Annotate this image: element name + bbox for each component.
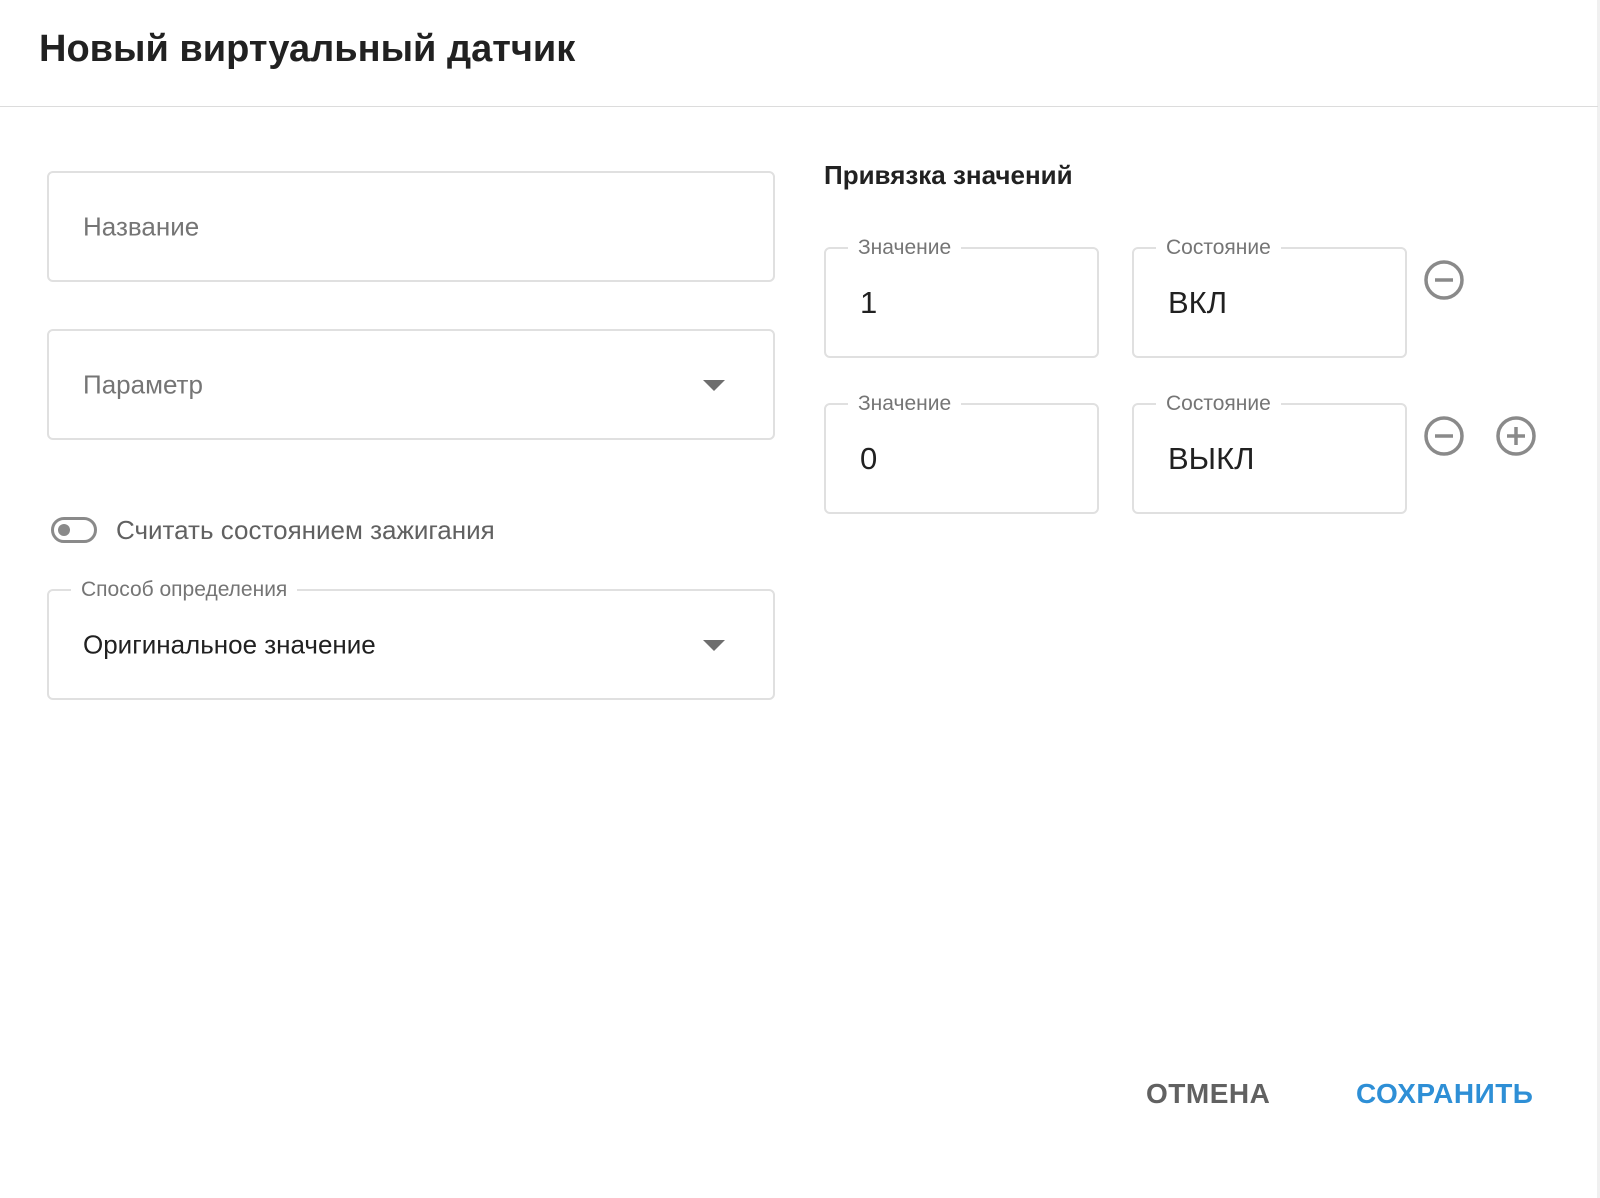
ignition-toggle-label: Считать состоянием зажигания (116, 514, 495, 545)
bindings-title: Привязка значений (824, 160, 1073, 190)
name-placeholder: Название (83, 211, 200, 241)
binding-value: 0 (860, 440, 878, 476)
binding-state-field[interactable]: Состояние ВЫКЛ (1132, 392, 1407, 514)
virtual-sensor-dialog: Новый виртуальный датчик Название Параме… (0, 0, 1600, 1198)
binding-state: ВКЛ (1168, 284, 1228, 320)
binding-state: ВЫКЛ (1168, 440, 1255, 476)
parameter-placeholder: Параметр (83, 369, 203, 399)
dialog-title: Новый виртуальный датчик (39, 28, 576, 70)
method-label: Способ определения (71, 578, 298, 602)
binding-state-label: Состояние (1156, 236, 1281, 260)
toggle-knob (58, 524, 70, 536)
binding-value-label: Значение (848, 236, 962, 260)
binding-state-label: Состояние (1156, 392, 1281, 416)
parameter-select[interactable]: Параметр (47, 329, 775, 440)
method-value: Оригинальное значение (83, 629, 376, 659)
binding-value-field[interactable]: Значение 0 (824, 392, 1099, 514)
method-select[interactable]: Способ определения Оригинальное значение (47, 578, 775, 700)
save-button[interactable]: СОХРАНИТЬ (1356, 1078, 1533, 1110)
cancel-button[interactable]: ОТМЕНА (1146, 1078, 1270, 1110)
chevron-down-icon (703, 639, 725, 651)
plus-circle-icon[interactable] (1494, 414, 1538, 458)
dialog-header: Новый виртуальный датчик (0, 0, 1598, 107)
binding-value-label: Значение (848, 392, 962, 416)
minus-circle-icon[interactable] (1422, 258, 1466, 302)
binding-value-field[interactable]: Значение 1 (824, 236, 1099, 358)
ignition-toggle[interactable] (51, 517, 97, 543)
name-field[interactable]: Название (47, 171, 775, 282)
binding-value: 1 (860, 284, 878, 320)
chevron-down-icon (703, 379, 725, 391)
binding-state-field[interactable]: Состояние ВКЛ (1132, 236, 1407, 358)
ignition-toggle-row: Считать состоянием зажигания (51, 510, 495, 550)
minus-circle-icon[interactable] (1422, 414, 1466, 458)
